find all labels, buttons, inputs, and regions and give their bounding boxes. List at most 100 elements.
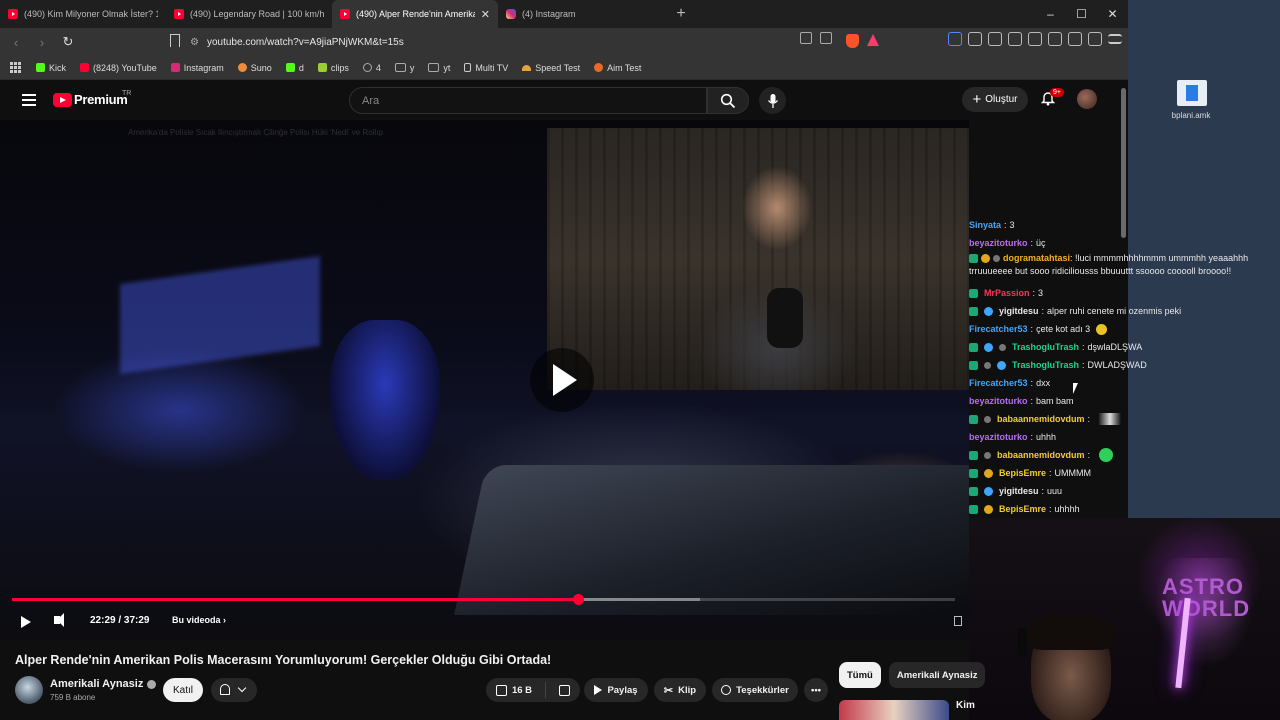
tab-close-icon[interactable]: ✕ bbox=[481, 8, 490, 21]
youtube-logo-icon[interactable] bbox=[53, 93, 72, 107]
speedtest-icon bbox=[522, 64, 532, 71]
tab-legendary-road[interactable]: (490) Legendary Road | 100 km/h - Y bbox=[166, 0, 332, 28]
reactor-webcam bbox=[547, 128, 969, 390]
channel-name[interactable]: Amerikali Aynasiz bbox=[50, 678, 157, 690]
chat-username[interactable]: Firecatcher53 bbox=[969, 374, 1028, 392]
chat-username[interactable]: babaannemidovdum bbox=[997, 446, 1085, 464]
sidebar-icon[interactable] bbox=[1048, 32, 1062, 46]
menu-icon[interactable] bbox=[1108, 34, 1122, 44]
chat-username[interactable]: Sinyata bbox=[969, 216, 1001, 234]
chip-all[interactable]: Tümü bbox=[839, 662, 881, 688]
bookmark-speed-test[interactable]: Speed Test bbox=[522, 63, 580, 73]
search-button[interactable] bbox=[707, 87, 749, 114]
chat-username[interactable]: MrPassion bbox=[984, 284, 1030, 302]
chat-username[interactable]: yigitdesu bbox=[999, 302, 1039, 320]
youtube-icon bbox=[80, 63, 90, 72]
bookmark-folder-yt[interactable]: yt bbox=[428, 63, 450, 73]
apps-icon[interactable] bbox=[10, 61, 22, 74]
emote-icon bbox=[1099, 448, 1114, 462]
music-icon[interactable] bbox=[1008, 32, 1022, 46]
file-icon[interactable] bbox=[1177, 80, 1207, 106]
menu-icon[interactable] bbox=[22, 94, 36, 106]
voice-search-button[interactable] bbox=[759, 87, 786, 114]
bookmark-4[interactable]: 4 bbox=[362, 63, 381, 73]
play-icon[interactable] bbox=[21, 616, 31, 628]
chapter-button[interactable]: Bu videoda › bbox=[172, 615, 226, 625]
bookmark-d[interactable]: d bbox=[285, 63, 304, 73]
reload-icon[interactable]: ↻ bbox=[58, 32, 78, 52]
cast-icon[interactable] bbox=[800, 32, 812, 44]
account-avatar[interactable] bbox=[1077, 89, 1097, 109]
chat-username[interactable]: babaannemidovdum bbox=[997, 410, 1085, 428]
share-icon[interactable] bbox=[820, 32, 832, 44]
join-button[interactable]: Katıl bbox=[163, 678, 203, 702]
minimize-icon[interactable]: – bbox=[1035, 0, 1066, 28]
tab-kim-milyoner[interactable]: (490) Kim Milyoner Olmak İster? 120 bbox=[0, 0, 166, 28]
bookmark-instagram[interactable]: Instagram bbox=[170, 63, 224, 73]
forward-icon[interactable]: › bbox=[32, 32, 52, 52]
clip-button[interactable]: ✂ Klip bbox=[654, 678, 706, 702]
bookmark-kick[interactable]: Kick bbox=[36, 63, 66, 73]
podcast-mic bbox=[767, 288, 803, 348]
chat-message: BepisEmre: uhhhh bbox=[969, 500, 1280, 518]
back-icon[interactable]: ‹ bbox=[6, 32, 26, 52]
bookmark-icon[interactable] bbox=[170, 34, 180, 47]
chat-username[interactable]: BepisEmre bbox=[999, 464, 1046, 482]
chat-username[interactable]: Firecatcher53 bbox=[969, 320, 1028, 338]
translate-icon[interactable] bbox=[948, 32, 962, 46]
vpn-icon[interactable] bbox=[1088, 32, 1102, 46]
bookmark-aim-test[interactable]: Aim Test bbox=[594, 63, 641, 73]
subscribed-bell-button[interactable] bbox=[211, 678, 257, 702]
bookmark-multi-tv[interactable]: Multi TV bbox=[464, 63, 508, 73]
plus-icon: + bbox=[972, 91, 982, 108]
progress-bar[interactable] bbox=[12, 594, 955, 605]
channel-avatar[interactable] bbox=[15, 676, 43, 704]
tab-instagram[interactable]: (4) Instagram bbox=[498, 0, 664, 28]
chat-username[interactable]: beyazitoturko bbox=[969, 392, 1028, 410]
volume-icon[interactable] bbox=[54, 613, 64, 627]
related-chips: Tümü Amerikali Aynasiz bbox=[839, 662, 986, 688]
chip-channel[interactable]: Amerikali Aynasiz bbox=[888, 662, 986, 688]
share-button[interactable]: Paylaş bbox=[584, 678, 648, 702]
bookmark-youtube[interactable]: (8248) YouTube bbox=[80, 63, 157, 73]
related-video-title[interactable]: Kim bbox=[956, 700, 975, 711]
bookmark-suno[interactable]: Suno bbox=[237, 63, 272, 73]
brave-shields-icon[interactable] bbox=[846, 34, 859, 48]
bookmark-folder-y[interactable]: y bbox=[394, 63, 414, 73]
chat-overlay: Sinyata: 3 beyazitoturko: üç dogramatahtas… bbox=[969, 216, 1280, 518]
miniplayer-icon[interactable] bbox=[954, 616, 962, 626]
progress-scrubber[interactable] bbox=[572, 594, 584, 605]
close-window-icon[interactable]: ✕ bbox=[1097, 0, 1128, 28]
chat-username[interactable]: TrashogluTrash bbox=[1012, 356, 1079, 374]
chat-username[interactable]: TrashogluTrash bbox=[1012, 338, 1079, 356]
like-count[interactable]: 16 B bbox=[512, 685, 532, 696]
chat-message: TrashogluTrash: DWLADŞWAD bbox=[969, 356, 1280, 374]
chat-username[interactable]: beyazitoturko bbox=[969, 234, 1028, 252]
tab-alper-rende[interactable]: (490) Alper Rende'nin Amerikan ✕ bbox=[332, 0, 498, 28]
video-player[interactable]: Amerika'da Polisle Sıcak Ilıncıştırmalı … bbox=[0, 120, 969, 640]
chat-username[interactable]: beyazitoturko bbox=[969, 428, 1028, 446]
brave-rewards-icon[interactable] bbox=[867, 34, 879, 46]
search-input[interactable]: Ara bbox=[349, 87, 707, 114]
dislike-icon[interactable] bbox=[559, 684, 571, 696]
screenshot-icon[interactable] bbox=[988, 32, 1002, 46]
related-video-thumbnail[interactable] bbox=[839, 700, 949, 720]
chat-username[interactable]: BepisEmre bbox=[999, 500, 1046, 518]
bookmark-clips[interactable]: clips bbox=[317, 63, 349, 73]
subscriber-count: 759 B abone bbox=[50, 693, 96, 702]
chat-username[interactable]: yigitdesu bbox=[999, 482, 1039, 500]
create-button[interactable]: + Oluştur bbox=[962, 87, 1028, 112]
site-info-icon[interactable]: ⚙ bbox=[190, 37, 199, 48]
ai-icon[interactable] bbox=[1068, 32, 1082, 46]
like-icon[interactable] bbox=[495, 684, 507, 696]
big-play-button[interactable] bbox=[530, 348, 594, 412]
more-actions-button[interactable]: ••• bbox=[804, 678, 828, 702]
maximize-icon[interactable]: ☐ bbox=[1066, 0, 1097, 28]
youtube-premium-label[interactable]: Premium bbox=[74, 92, 128, 107]
wallet-icon[interactable] bbox=[1028, 32, 1042, 46]
chat-username[interactable]: dogramatahtasi bbox=[1003, 253, 1070, 263]
new-tab-button[interactable]: + bbox=[668, 1, 694, 27]
extensions-icon[interactable] bbox=[968, 32, 982, 46]
member-badge-icon bbox=[969, 342, 978, 352]
thanks-button[interactable]: Teşekkürler bbox=[712, 678, 798, 702]
